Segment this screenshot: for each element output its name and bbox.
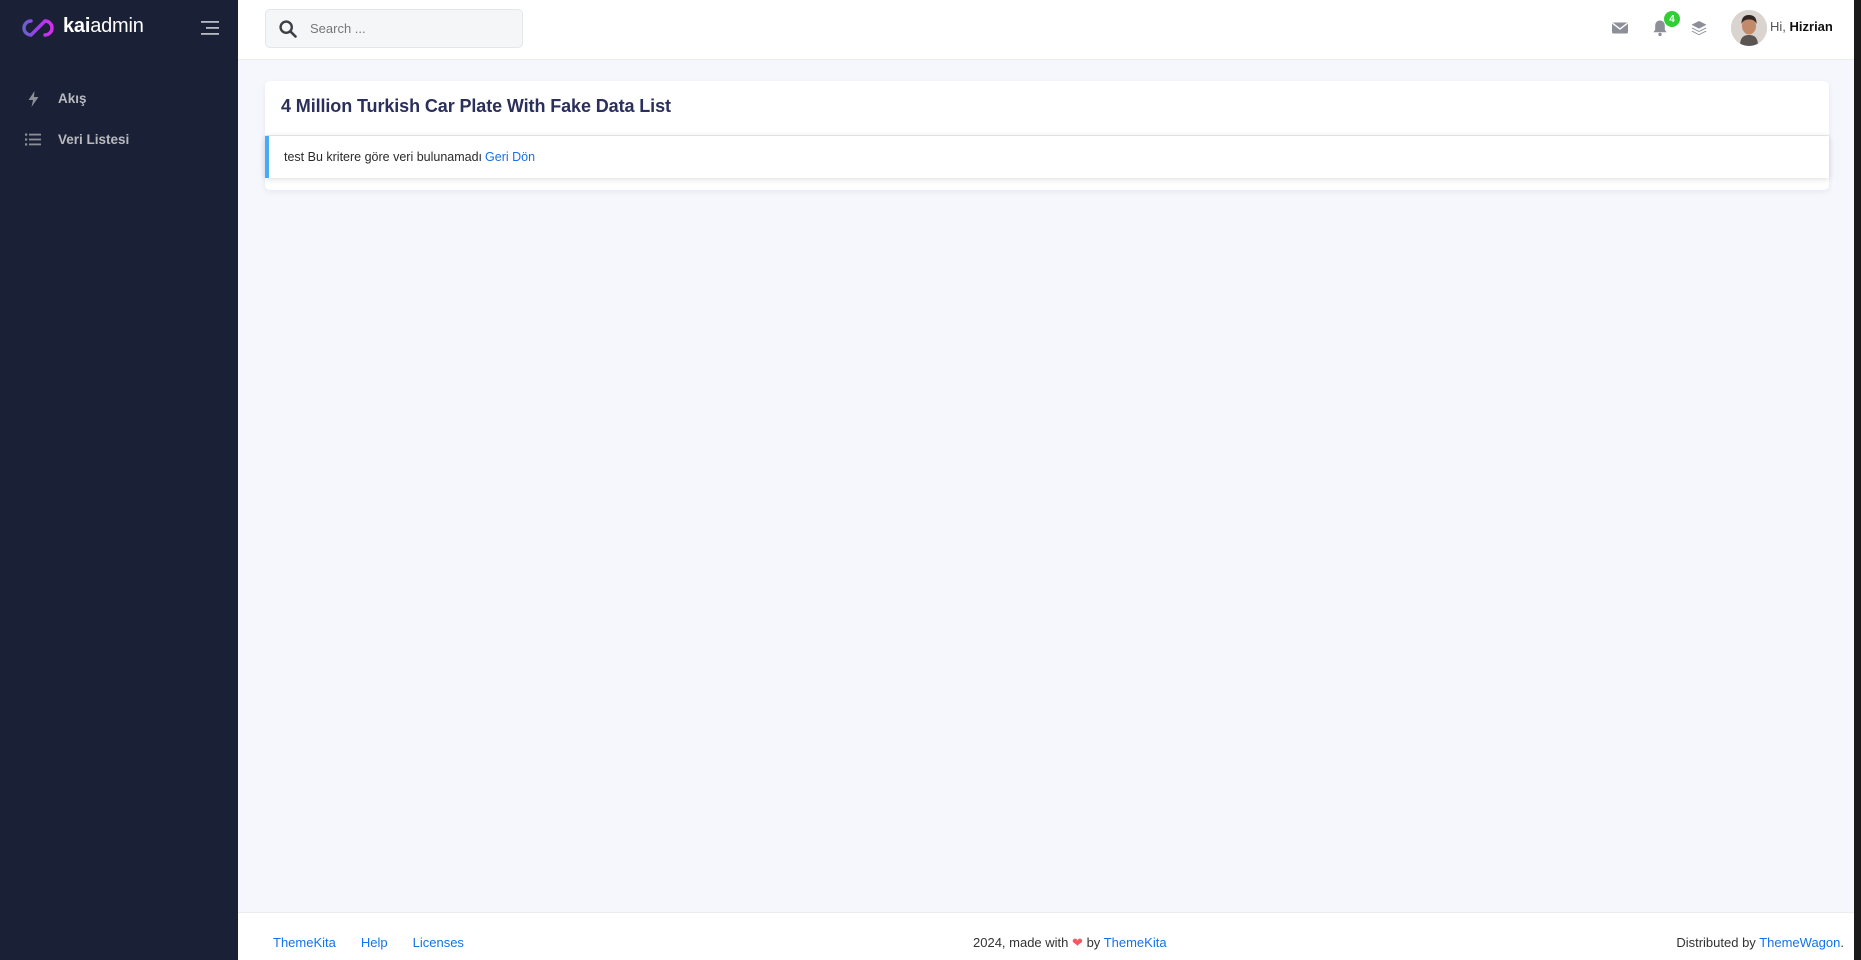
heart-icon: ❤: [1072, 935, 1083, 950]
footer-links: ThemeKita Help Licenses: [273, 935, 489, 950]
notification-badge: 4: [1664, 11, 1680, 27]
search-box: [265, 9, 523, 48]
go-back-link[interactable]: Geri Dön: [485, 150, 535, 164]
user-avatar-icon: [1731, 10, 1767, 46]
brand-name-light: admin: [90, 15, 144, 37]
sidebar-item-label: Veri Listesi: [58, 132, 130, 147]
sidebar-item-veri-listesi[interactable]: Veri Listesi: [0, 119, 238, 160]
brand-name-bold: kai: [63, 15, 91, 37]
page-title: 4 Million Turkish Car Plate With Fake Da…: [281, 96, 671, 116]
footer-credit-prefix: 2024, made with: [973, 935, 1069, 950]
layers-icon[interactable]: [1690, 19, 1708, 37]
search-input[interactable]: [310, 10, 515, 47]
envelope-icon[interactable]: [1611, 19, 1629, 37]
sidebar-nav: Akış Veri Listesi: [0, 78, 238, 160]
avatar[interactable]: [1731, 10, 1767, 46]
logo-bar: kaiadmin: [0, 0, 238, 58]
window-edge: [1854, 0, 1861, 960]
greeting-text: Hi,: [1770, 19, 1786, 34]
kaiadmin-logo-icon[interactable]: [21, 18, 55, 38]
footer-distribution-link[interactable]: ThemeWagon: [1759, 935, 1840, 950]
sidebar: kaiadmin Akış Veri Listesi: [0, 0, 238, 960]
footer-distribution-suffix: .: [1840, 935, 1844, 950]
app-window: kaiadmin Akış Veri Listesi Search ... 4 …: [0, 0, 1861, 960]
search-icon[interactable]: [279, 20, 297, 38]
user-name: Hizrian: [1789, 19, 1833, 34]
sidebar-item-label: Akış: [58, 91, 87, 106]
content-card: 4 Million Turkish Car Plate With Fake Da…: [265, 81, 1829, 190]
footer-link-themekita[interactable]: ThemeKita: [273, 935, 336, 950]
top-header: 4 Hi, Hizrian: [238, 0, 1854, 60]
info-alert: test Bu kritere göre veri bulunamadı Ger…: [265, 136, 1829, 178]
alert-message: test Bu kritere göre veri bulunamadı: [284, 150, 483, 164]
brand-name[interactable]: kaiadmin: [63, 15, 144, 38]
footer: ThemeKita Help Licenses 2024, made with …: [238, 912, 1854, 960]
footer-credit-link[interactable]: ThemeKita: [1104, 935, 1167, 950]
footer-link-help[interactable]: Help: [361, 935, 388, 950]
sidebar-item-akis[interactable]: Akış: [0, 78, 238, 119]
user-greeting[interactable]: Hi, Hizrian: [1770, 19, 1833, 34]
footer-credit-by: by: [1086, 935, 1101, 950]
sidebar-toggle-icon[interactable]: [201, 19, 221, 37]
footer-link-licenses[interactable]: Licenses: [413, 935, 464, 950]
list-icon: [25, 132, 41, 148]
footer-distribution-prefix: Distributed by: [1676, 935, 1756, 950]
footer-credit: 2024, made with ❤ by ThemeKita: [973, 935, 1167, 951]
footer-distribution: Distributed by ThemeWagon.: [1676, 935, 1844, 950]
bolt-icon: [25, 90, 41, 107]
